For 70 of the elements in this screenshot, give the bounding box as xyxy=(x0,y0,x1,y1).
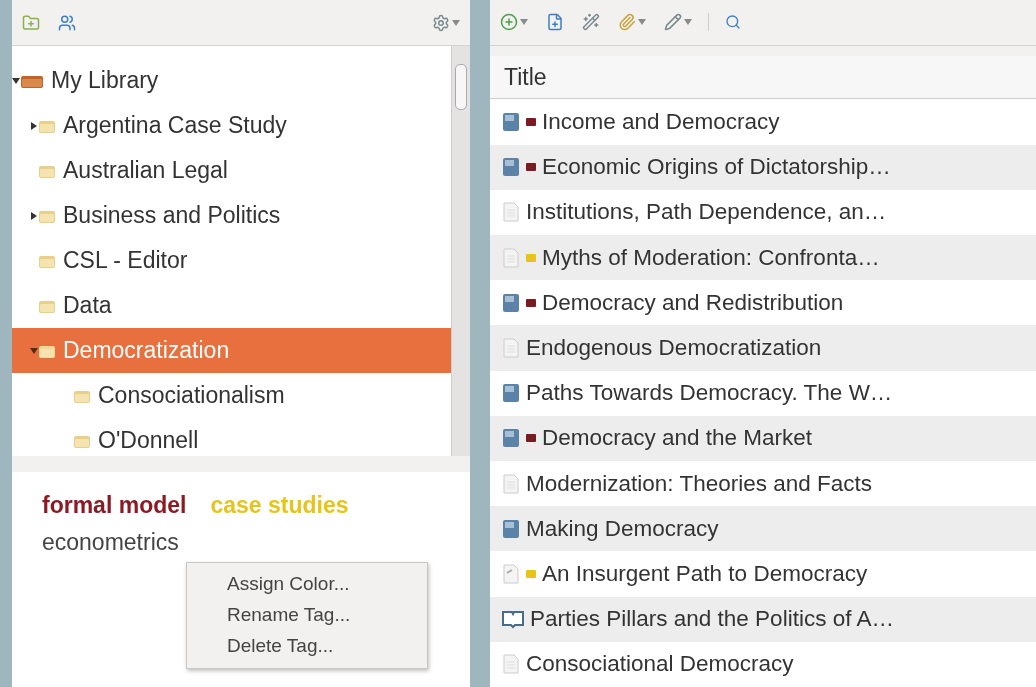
book-icon xyxy=(502,112,520,132)
scrollbar[interactable] xyxy=(451,46,470,456)
collection-item[interactable]: Business and Politics xyxy=(12,193,451,238)
item-row[interactable]: Institutions, Path Dependence, an… xyxy=(490,189,1036,236)
item-title: An Insurgent Path to Democracy xyxy=(542,561,868,588)
caret-icon xyxy=(638,19,646,26)
folder-icon xyxy=(39,208,55,223)
tag[interactable]: econometrics xyxy=(42,529,179,556)
item-title: Consociational Democracy xyxy=(526,651,794,678)
collection-item[interactable]: O'Donnell xyxy=(12,418,451,463)
item-title: Institutions, Path Dependence, an… xyxy=(526,199,887,226)
item-row[interactable]: Parties Pillars and the Politics of A… xyxy=(490,596,1036,642)
item-title: Making Democracy xyxy=(526,515,719,542)
open-book-icon xyxy=(502,609,524,630)
item-row[interactable]: Paths Towards Democracy. The W… xyxy=(490,370,1036,416)
document-icon xyxy=(502,338,520,359)
book-icon xyxy=(502,292,520,313)
folder-icon xyxy=(39,298,55,313)
collection-item[interactable]: Argentina Case Study xyxy=(12,103,451,148)
book-icon xyxy=(502,428,520,449)
folder-icon xyxy=(74,388,90,403)
caret-icon xyxy=(520,19,528,26)
item-title: Modernization: Theories and Facts xyxy=(526,470,872,497)
item-row[interactable]: Consociational Democracy xyxy=(490,641,1036,687)
document-icon xyxy=(502,654,520,675)
document-icon xyxy=(502,202,520,223)
collapsed-triangle-icon[interactable] xyxy=(30,210,38,221)
book-icon xyxy=(502,157,520,178)
item-row[interactable]: Myths of Moderation: Confronta… xyxy=(490,235,1036,281)
item-row[interactable]: Making Democracy xyxy=(490,506,1036,552)
caret-icon xyxy=(452,19,460,26)
collection-item[interactable]: CSL - Editor xyxy=(12,238,451,283)
item-title: Paths Towards Democracy. The W… xyxy=(526,380,893,407)
collection-item[interactable]: My Library xyxy=(12,58,451,103)
item-title: Democracy and Redistribution xyxy=(542,289,844,316)
item-title: Endogenous Democratization xyxy=(526,335,822,362)
book-icon xyxy=(502,518,520,539)
book-icon xyxy=(502,383,520,404)
item-row[interactable]: Economic Origins of Dictatorship… xyxy=(490,144,1036,190)
column-header[interactable]: Title xyxy=(490,55,1036,100)
folder-icon xyxy=(39,253,55,268)
item-title: Income and Democracy xyxy=(542,109,780,135)
item-title: Myths of Moderation: Confronta… xyxy=(542,244,880,271)
item-row[interactable]: Democracy and the Market xyxy=(490,415,1036,462)
item-title: Parties Pillars and the Politics of A… xyxy=(530,606,894,633)
item-row[interactable]: Democracy and Redistribution xyxy=(490,280,1036,326)
library-icon xyxy=(21,73,43,88)
menu-item[interactable]: Assign Color... xyxy=(187,569,427,600)
collection-item[interactable]: Data xyxy=(12,283,451,328)
folder-icon xyxy=(39,163,55,178)
document-icon xyxy=(502,473,520,494)
item-row[interactable]: Income and Democracy xyxy=(490,99,1036,145)
item-row[interactable]: Modernization: Theories and Facts xyxy=(490,461,1036,507)
folder-icon xyxy=(74,433,90,448)
item-title: Democracy and the Market xyxy=(542,425,813,452)
item-title: Economic Origins of Dictatorship… xyxy=(542,154,891,181)
collection-item[interactable]: Consociationalism xyxy=(12,373,451,418)
document-icon xyxy=(502,247,520,268)
menu-item[interactable]: Rename Tag... xyxy=(187,600,427,631)
collapsed-triangle-icon[interactable] xyxy=(30,120,38,131)
folder-icon xyxy=(39,343,55,358)
document-icon xyxy=(502,564,520,585)
tag[interactable]: formal model xyxy=(42,492,187,519)
folder-icon xyxy=(39,118,55,133)
item-row[interactable]: An Insurgent Path to Democracy xyxy=(490,551,1036,597)
expanded-triangle-icon[interactable] xyxy=(12,75,20,86)
caret-icon xyxy=(684,19,692,26)
menu-item[interactable]: Delete Tag... xyxy=(187,631,427,662)
item-row[interactable]: Endogenous Democratization xyxy=(490,325,1036,371)
collection-item[interactable]: Australian Legal xyxy=(12,148,451,193)
